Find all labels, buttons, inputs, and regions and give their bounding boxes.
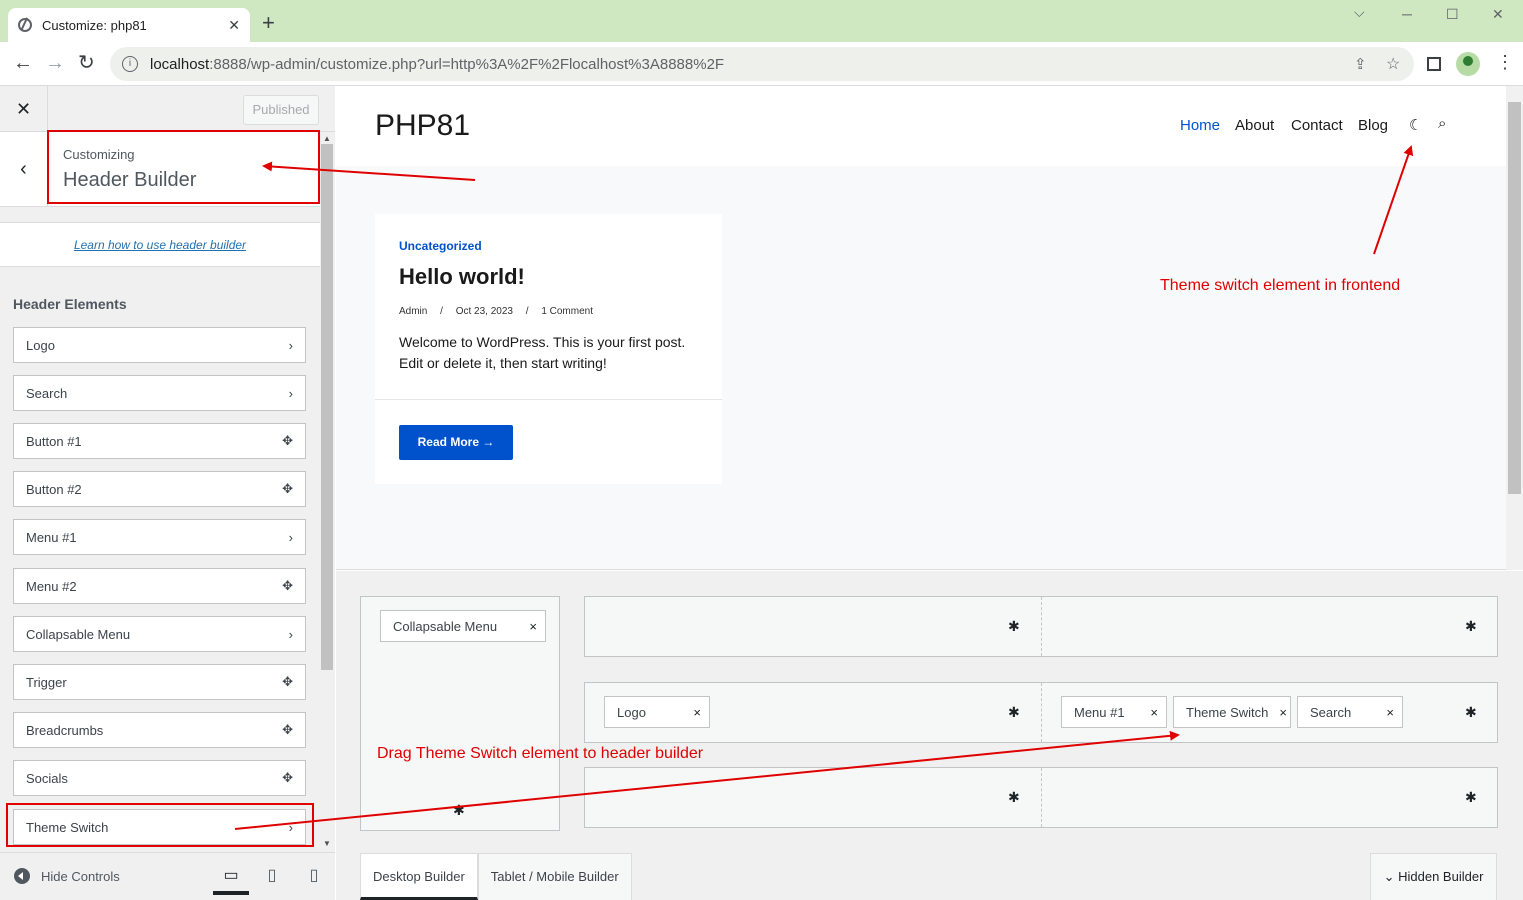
arrow-to-builder bbox=[234, 730, 1180, 830]
arrow-to-moon-icon bbox=[1373, 145, 1414, 255]
arrow-to-panel-title bbox=[262, 161, 476, 181]
annotation-arrows bbox=[234, 145, 1414, 830]
